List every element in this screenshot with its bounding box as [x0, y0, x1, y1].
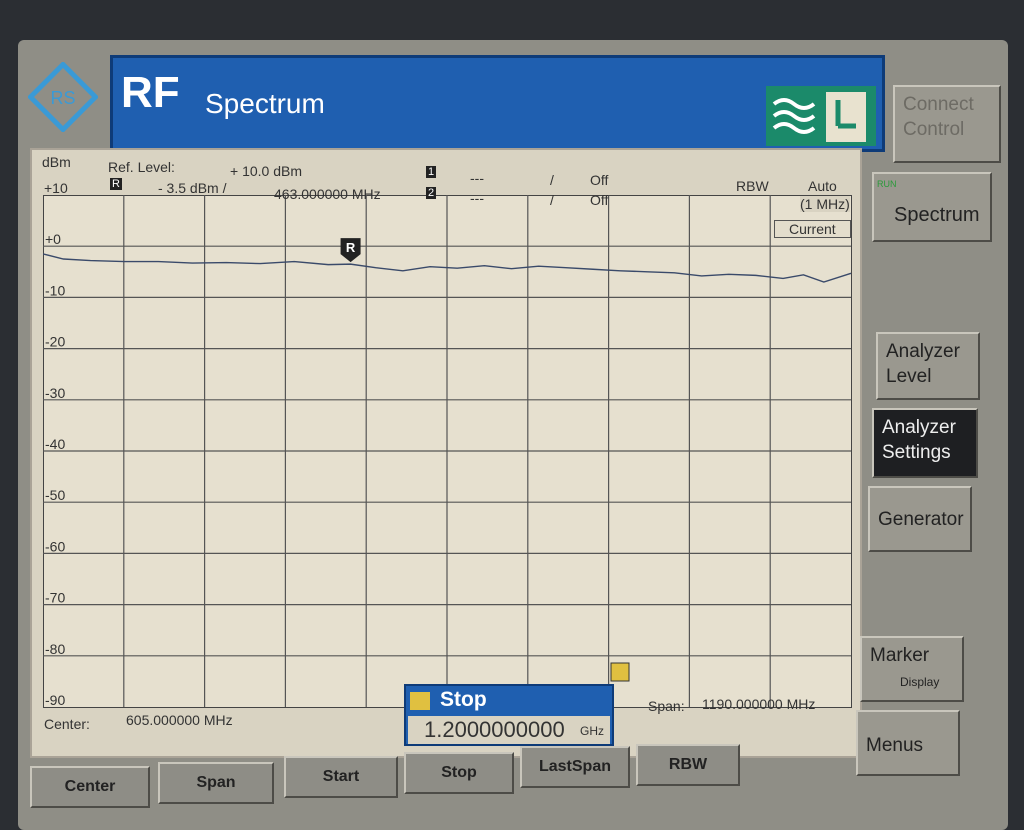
marker2-sep: /	[550, 192, 554, 208]
y-tick-label: -90	[45, 692, 65, 708]
softkey-label: Marker	[870, 645, 930, 666]
stop-entry-field[interactable]: 1.2000000000 GHz	[408, 716, 610, 744]
marker2-value: ---	[470, 190, 484, 206]
ref-level-label: Ref. Level:	[108, 159, 175, 175]
softkey-sublabel: Display	[900, 674, 940, 689]
spectrum-plot: +0 -10 -20 -30 -40 -50 -60 -70 -80 -90 R	[43, 195, 852, 708]
span-value: 1190.000000 MHz	[702, 696, 816, 712]
marker1-sep: /	[550, 172, 554, 188]
y-tick-label: -50	[45, 487, 65, 503]
y-tick-label: -10	[45, 282, 65, 298]
rbw-value: (1 MHz)	[800, 196, 850, 212]
span-label: Span:	[648, 698, 685, 714]
y-tick-label: -40	[45, 436, 65, 452]
header-rf: RF	[121, 68, 180, 117]
y-tick-label: -30	[45, 385, 65, 401]
reference-marker-label: R	[346, 240, 356, 255]
stop-entry-unit: GHz	[580, 724, 604, 738]
unit-label: dBm	[42, 154, 71, 170]
y-tick-label: -70	[45, 590, 65, 606]
y-tick-label: +0	[45, 231, 61, 247]
run-tag: RUN	[877, 179, 897, 189]
rbw-mode: Auto	[808, 178, 837, 194]
rbw-button[interactable]: RBW	[636, 744, 740, 786]
stop-button[interactable]: Stop	[404, 752, 514, 794]
softkey-spectrum[interactable]: RUN Spectrum	[872, 172, 992, 242]
marker2-state: Off	[590, 192, 609, 208]
connect-control-button[interactable]: Connect Control	[893, 85, 1001, 163]
softkey-label: Spectrum	[894, 204, 980, 226]
top-scale-label: +10	[44, 180, 68, 196]
rbw-label: RBW	[736, 178, 769, 194]
center-marker-icon	[610, 662, 630, 682]
marker2-icon: 2	[426, 187, 437, 199]
app-header: RF Spectrum	[110, 55, 885, 152]
y-tick-label: -80	[45, 641, 65, 657]
wave-hand-icon	[766, 86, 876, 146]
svg-text:RS: RS	[50, 88, 75, 108]
start-button[interactable]: Start	[284, 756, 398, 798]
ref-marker-value: - 3.5 dBm /	[158, 180, 227, 196]
softkey-analyzer-level[interactable]: Analyzer Level	[876, 332, 980, 400]
ref-marker-icon: R	[110, 178, 122, 190]
y-tick-label: -60	[45, 538, 65, 554]
stop-entry-value: 1.2000000000	[424, 717, 565, 742]
ref-level-value: + 10.0 dBm	[230, 163, 302, 179]
softkey-menus[interactable]: Menus	[856, 710, 960, 776]
marker1-state: Off	[590, 172, 609, 188]
entry-icon	[410, 692, 430, 710]
stop-entry-dialog[interactable]: Stop 1.2000000000 GHz	[404, 684, 614, 746]
marker1-icon: 1	[426, 166, 437, 178]
softkey-analyzer-settings[interactable]: Analyzer Settings	[872, 408, 978, 478]
softkey-marker[interactable]: Marker Display	[860, 636, 964, 702]
rohde-schwarz-logo: RS	[28, 62, 98, 132]
softkey-generator[interactable]: Generator	[868, 486, 972, 552]
center-label: Center:	[44, 716, 90, 732]
y-tick-label: -20	[45, 334, 65, 350]
marker1-value: ---	[470, 170, 484, 186]
lastspan-button[interactable]: LastSpan	[520, 746, 630, 788]
ref-marker-freq: 463.000000 MHz	[274, 186, 381, 202]
stop-entry-label: Stop	[440, 688, 487, 711]
center-value: 605.000000 MHz	[126, 712, 233, 728]
center-button[interactable]: Center	[30, 766, 150, 808]
span-button[interactable]: Span	[158, 762, 274, 804]
header-title: Spectrum	[205, 88, 325, 119]
trace-mode-badge: Current	[774, 220, 851, 238]
